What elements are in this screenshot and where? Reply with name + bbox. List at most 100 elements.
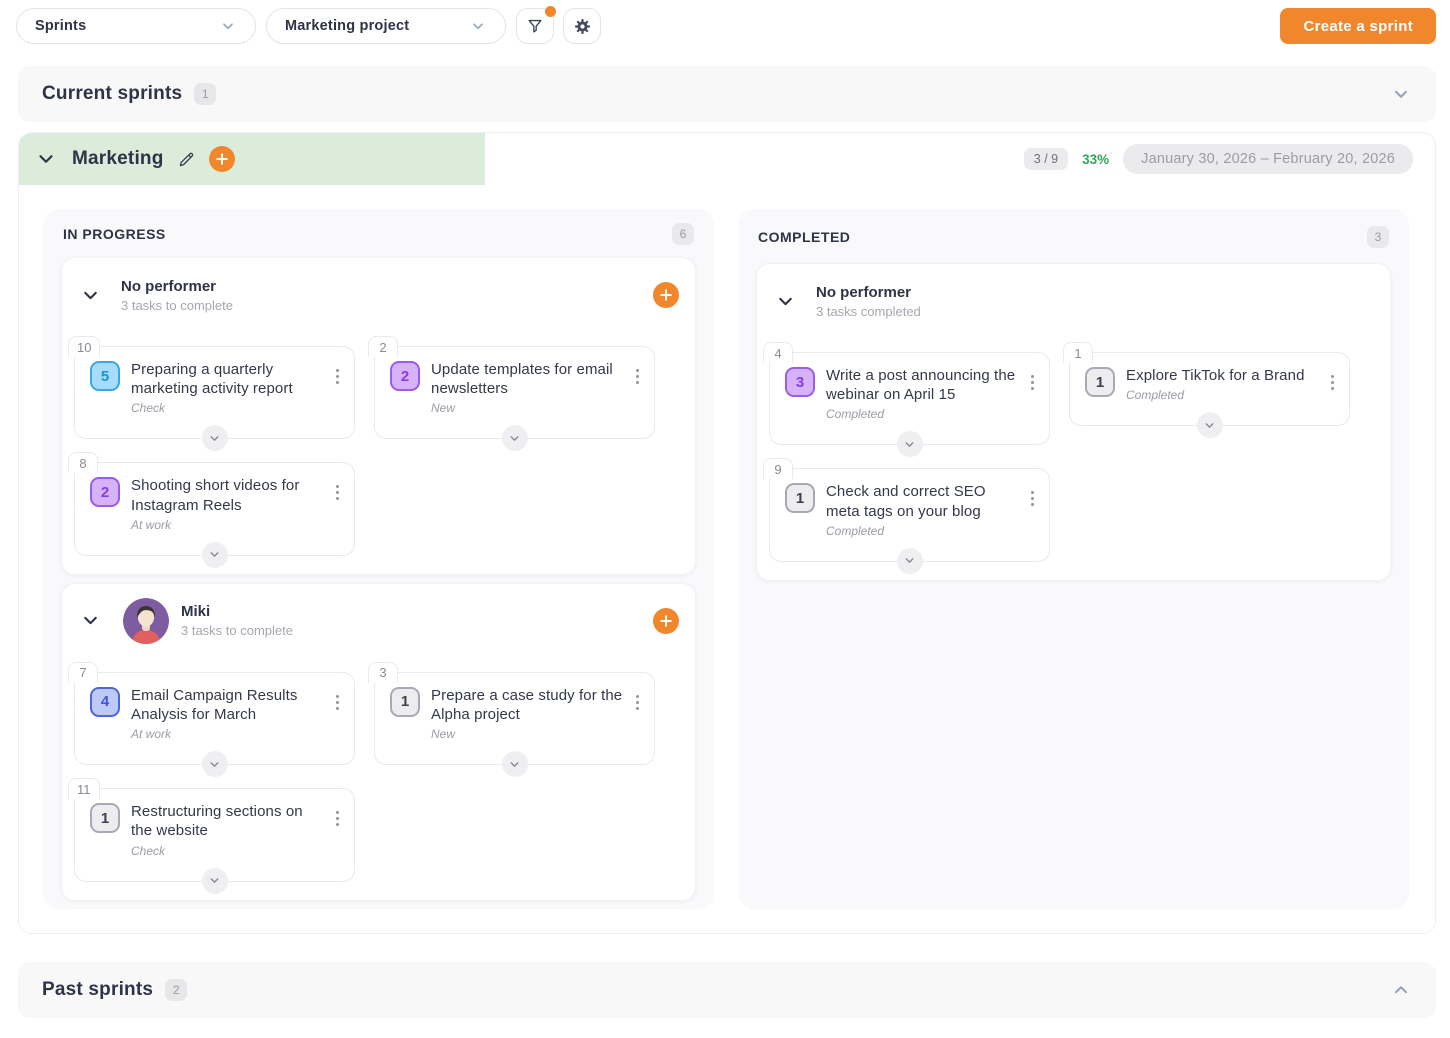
task-title: Shooting short videos for Instagram Reel… [131, 476, 324, 514]
task-title: Email Campaign Results Analysis for Marc… [131, 686, 324, 724]
task-title: Update templates for email newsletters [431, 360, 624, 398]
task-card[interactable]: 4 3 Write a post announcing the webinar … [769, 342, 1050, 445]
collapse-sprint-chevron-icon[interactable] [35, 148, 57, 170]
task-card[interactable]: 10 5 Preparing a quarterly marketing act… [74, 336, 355, 439]
project-select-label: Marketing project [285, 18, 409, 34]
current-sprints-panel[interactable]: Current sprints 1 [18, 66, 1436, 122]
add-task-button[interactable] [653, 282, 679, 308]
priority-badge: 1 [785, 483, 815, 513]
add-task-button[interactable] [653, 608, 679, 634]
task-card[interactable]: 11 1 Restructuring sections on the websi… [74, 778, 355, 881]
edit-pencil-icon[interactable] [177, 150, 196, 169]
current-sprints-title: Current sprints [42, 83, 182, 105]
sprint-progress-percent: 33% [1082, 152, 1109, 167]
group-tasks: 4 3 Write a post announcing the webinar … [757, 342, 1390, 562]
column-header: COMPLETED 3 [756, 223, 1391, 251]
task-title: Prepare a case study for the Alpha proje… [431, 686, 624, 724]
expand-task-chevron-button[interactable] [202, 751, 228, 777]
task-title: Check and correct SEO meta tags on your … [826, 482, 1019, 520]
expand-task-chevron-button[interactable] [202, 542, 228, 568]
collapse-group-chevron-icon[interactable] [80, 285, 101, 306]
group-tasks: 10 5 Preparing a quarterly marketing act… [62, 336, 695, 556]
task-id-tab: 7 [68, 662, 98, 683]
task-id-tab: 3 [368, 662, 398, 683]
task-info: Shooting short videos for Instagram Reel… [131, 476, 324, 531]
collapse-group-chevron-icon[interactable] [775, 291, 796, 312]
settings-button[interactable] [563, 8, 601, 44]
chevron-down-icon [219, 17, 237, 35]
task-menu-kebab-icon[interactable] [335, 476, 342, 500]
column-title: IN PROGRESS [63, 226, 166, 242]
task-info: Check and correct SEO meta tags on your … [826, 482, 1019, 537]
current-sprints-count-badge: 1 [194, 83, 216, 105]
performer-info: No performer 3 tasks to complete [121, 278, 233, 313]
priority-badge: 2 [390, 361, 420, 391]
create-sprint-button[interactable]: Create a sprint [1280, 8, 1436, 44]
task-info: Restructuring sections on the website Ch… [131, 802, 324, 857]
task-menu-kebab-icon[interactable] [335, 686, 342, 710]
priority-badge: 4 [90, 687, 120, 717]
sprints-view-label: Sprints [35, 18, 86, 34]
chevron-down-icon [469, 17, 487, 35]
board-column: IN PROGRESS 6 No performer 3 tasks to co… [43, 209, 714, 909]
group-tasks: 7 4 Email Campaign Results Analysis for … [62, 662, 695, 882]
add-task-to-sprint-button[interactable] [209, 146, 235, 172]
task-status: Completed [1126, 388, 1319, 402]
task-card[interactable]: 8 2 Shooting short videos for Instagram … [74, 452, 355, 555]
top-toolbar: Sprints Marketing project [0, 0, 1450, 44]
performer-group: No performer 3 tasks to complete 10 5 Pr… [61, 257, 696, 575]
project-select[interactable]: Marketing project [266, 8, 506, 44]
task-card[interactable]: 2 2 Update templates for email newslette… [374, 336, 655, 439]
sprints-view-select[interactable]: Sprints [16, 8, 256, 44]
task-status: Check [131, 844, 324, 858]
performer-name: No performer [121, 278, 233, 295]
priority-badge: 1 [390, 687, 420, 717]
collapse-chevron-up-icon[interactable] [1390, 979, 1412, 1001]
expand-task-chevron-button[interactable] [897, 548, 923, 574]
past-sprints-panel[interactable]: Past sprints 2 [18, 962, 1436, 1018]
column-count-badge: 6 [672, 223, 694, 245]
task-menu-kebab-icon[interactable] [335, 802, 342, 826]
expand-task-chevron-button[interactable] [202, 425, 228, 451]
task-title: Write a post announcing the webinar on A… [826, 366, 1019, 404]
task-info: Email Campaign Results Analysis for Marc… [131, 686, 324, 741]
task-card[interactable]: 9 1 Check and correct SEO meta tags on y… [769, 458, 1050, 561]
performer-group-header: No performer 3 tasks completed [757, 264, 1390, 338]
expand-task-chevron-button[interactable] [502, 751, 528, 777]
expand-task-chevron-button[interactable] [202, 868, 228, 894]
column-header: IN PROGRESS 6 [61, 223, 696, 245]
performer-name: No performer [816, 284, 921, 301]
expand-task-chevron-button[interactable] [502, 425, 528, 451]
expand-task-chevron-button[interactable] [897, 431, 923, 457]
performer-group-header: Miki 3 tasks to complete [62, 584, 695, 658]
task-menu-kebab-icon[interactable] [635, 360, 642, 384]
priority-badge: 1 [90, 803, 120, 833]
task-status: New [431, 401, 624, 415]
task-menu-kebab-icon[interactable] [335, 360, 342, 384]
task-info: Prepare a case study for the Alpha proje… [431, 686, 624, 741]
performer-task-summary: 3 tasks to complete [181, 623, 293, 638]
expand-task-chevron-button[interactable] [1197, 412, 1223, 438]
collapse-group-chevron-icon[interactable] [80, 610, 101, 631]
task-menu-kebab-icon[interactable] [1030, 366, 1037, 390]
filter-button[interactable] [516, 8, 554, 44]
task-menu-kebab-icon[interactable] [1030, 482, 1037, 506]
task-id-tab: 1 [1063, 342, 1093, 363]
task-status: Completed [826, 524, 1019, 538]
task-card[interactable]: 1 1 Explore TikTok for a Brand Completed [1069, 342, 1350, 426]
past-sprints-count-badge: 2 [165, 979, 187, 1001]
task-card[interactable]: 7 4 Email Campaign Results Analysis for … [74, 662, 355, 765]
performer-group-header: No performer 3 tasks to complete [62, 258, 695, 332]
task-menu-kebab-icon[interactable] [1330, 366, 1337, 390]
task-info: Preparing a quarterly marketing activity… [131, 360, 324, 415]
task-id-tab: 9 [763, 458, 793, 479]
collapse-chevron-down-icon[interactable] [1390, 83, 1412, 105]
performer-task-summary: 3 tasks to complete [121, 298, 233, 313]
task-id-tab: 10 [68, 336, 100, 357]
task-menu-kebab-icon[interactable] [635, 686, 642, 710]
performer-group: No performer 3 tasks completed 4 3 Write… [756, 263, 1391, 581]
task-title: Preparing a quarterly marketing activity… [131, 360, 324, 398]
task-card[interactable]: 3 1 Prepare a case study for the Alpha p… [374, 662, 655, 765]
priority-badge: 3 [785, 367, 815, 397]
task-status: At work [131, 518, 324, 532]
